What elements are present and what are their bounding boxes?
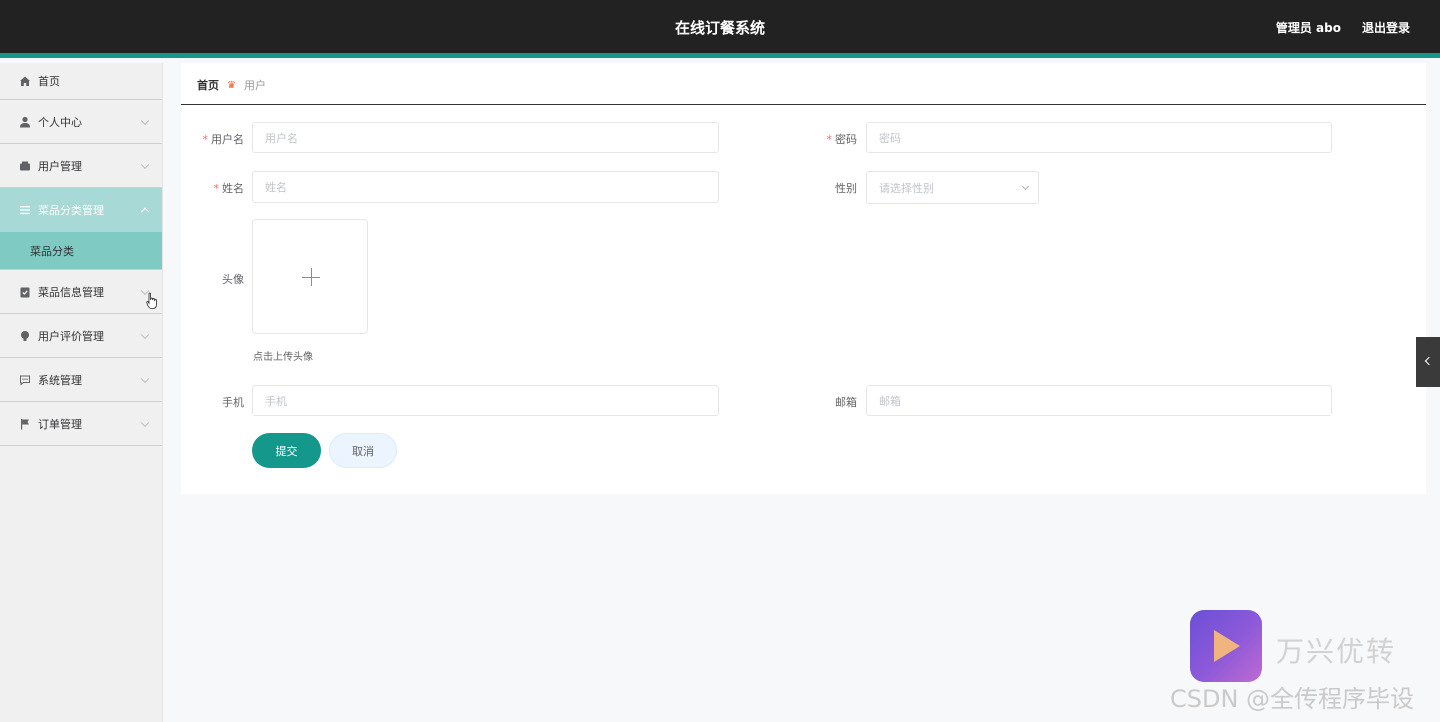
app-title: 在线订餐系统 <box>674 19 765 37</box>
sidebar-item-label: 用户管理 <box>38 159 82 173</box>
top-bar: 在线订餐系统 管理员 abo 退出登录 <box>0 0 1440 58</box>
phone-label: 手机 <box>222 396 244 409</box>
bulb-icon <box>19 330 31 342</box>
sidebar-item-label: 用户评价管理 <box>38 329 104 343</box>
sidebar-item-label: 个人中心 <box>38 115 82 129</box>
chevron-down-icon <box>140 116 150 125</box>
sidebar-item-label: 菜品信息管理 <box>38 285 104 299</box>
avatar-uploader[interactable] <box>252 219 368 334</box>
sidebar-item-user-management[interactable]: 用户管理 <box>0 144 162 188</box>
password-input[interactable]: 密码 <box>866 122 1332 153</box>
sidebar-item-dish-category-management[interactable]: 菜品分类管理 <box>0 188 162 232</box>
sidebar-item-system-management[interactable]: 系统管理 <box>0 358 162 402</box>
breadcrumb: 首页 ♛ 用户 <box>197 77 266 93</box>
plus-icon-vertical <box>311 268 312 286</box>
breadcrumb-home[interactable]: 首页 <box>197 77 219 93</box>
chevron-up-icon <box>140 207 150 217</box>
sidebar-item-label: 首页 <box>38 75 60 88</box>
watermark-brand: 万兴优转 <box>1276 635 1397 668</box>
gender-select[interactable]: 请选择性别 <box>866 171 1039 204</box>
chevron-down-icon <box>140 374 150 383</box>
phone-input[interactable]: 手机 <box>252 385 719 416</box>
logout-link[interactable]: 退出登录 <box>1362 19 1410 36</box>
hand-cursor-icon <box>146 292 158 314</box>
name-label: * 姓名 <box>213 182 245 195</box>
sidebar-item-label: 菜品分类管理 <box>38 204 104 217</box>
sidebar-item-label: 系统管理 <box>38 373 82 387</box>
submit-button[interactable]: 提交 <box>252 433 321 468</box>
watermark-logo-icon <box>1190 610 1262 682</box>
chevron-down-icon <box>1021 182 1030 191</box>
current-user: 管理员 abo <box>1275 21 1341 35</box>
password-label: * 密码 <box>826 133 858 146</box>
home-icon <box>19 75 31 87</box>
username-input[interactable]: 用户名 <box>252 122 719 153</box>
cancel-button[interactable]: 取消 <box>329 433 397 468</box>
wallet-icon <box>19 160 31 172</box>
chevron-down-icon <box>140 160 150 169</box>
chevron-down-icon <box>140 418 150 427</box>
submenu-item-dish-category[interactable]: 菜品分类 <box>0 232 162 270</box>
chat-icon <box>19 374 31 386</box>
clipboard-check-icon <box>19 286 31 298</box>
breadcrumb-divider <box>181 104 1426 105</box>
list-icon <box>19 204 31 216</box>
watermark-csdn: CSDN @全传程序毕设 <box>1170 685 1415 713</box>
name-input[interactable]: 姓名 <box>252 171 719 203</box>
gender-label: 性别 <box>835 182 857 195</box>
sidebar-item-user-review-management[interactable]: 用户评价管理 <box>0 314 162 358</box>
email-label: 邮箱 <box>835 396 857 409</box>
sidebar-item-label: 订单管理 <box>38 417 82 431</box>
breadcrumb-current: 用户 <box>243 79 266 92</box>
sidebar-item-order-management[interactable]: 订单管理 <box>0 402 162 446</box>
upload-hint: 点击上传头像 <box>253 352 313 363</box>
sidebar-item-dish-info-management[interactable]: 菜品信息管理 <box>0 270 162 314</box>
user-icon <box>19 116 31 128</box>
sidebar: 首页 个人中心 用户管理 菜品分类管理 菜品分类 菜品信息管理 用户评价管理 系… <box>0 63 163 722</box>
username-label: * 用户名 <box>202 133 245 146</box>
sidebar-item-home[interactable]: 首页 <box>0 63 162 100</box>
crown-separator-icon: ♛ <box>227 79 236 91</box>
panel-toggle-button[interactable] <box>1416 337 1440 387</box>
chevron-down-icon <box>140 330 150 339</box>
email-input[interactable]: 邮箱 <box>866 385 1332 416</box>
chevron-left-icon <box>1424 356 1434 366</box>
gender-select-placeholder: 请选择性别 <box>879 181 934 195</box>
sidebar-item-personal-center[interactable]: 个人中心 <box>0 100 162 144</box>
flag-icon <box>19 418 31 430</box>
avatar-label: 头像 <box>222 273 244 286</box>
